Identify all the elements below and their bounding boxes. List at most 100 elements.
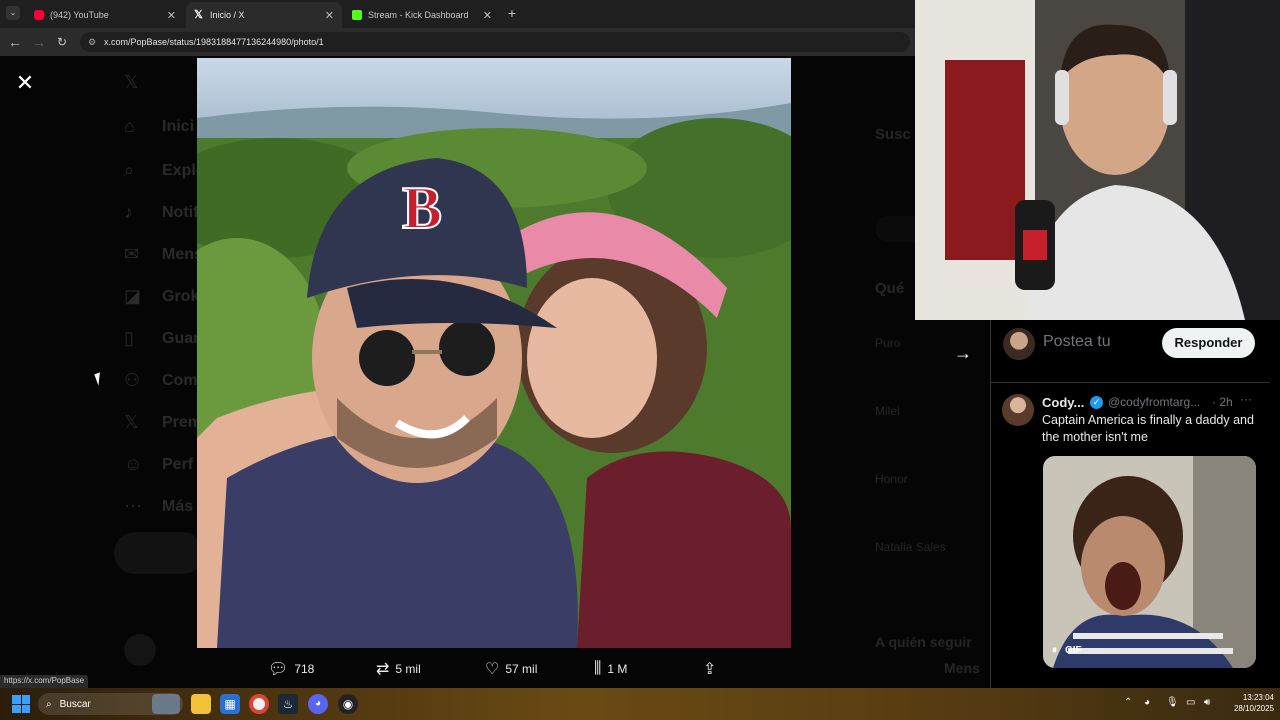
repost-icon: ⇄ (376, 661, 390, 678)
more-icon: ⋯ (124, 496, 142, 516)
tab-x-home[interactable]: 𝕏 Inicio / X ✕ (186, 2, 342, 28)
trends-heading: Qué (875, 280, 905, 297)
like-action[interactable]: ♡ 57 mil (485, 658, 537, 680)
reply-input[interactable]: Postea tu (1043, 333, 1111, 351)
taskbar-widget-icon[interactable] (152, 694, 180, 714)
svg-text:B: B (402, 175, 442, 241)
avatar[interactable] (1003, 328, 1035, 360)
gif-label: GIF (1065, 644, 1082, 656)
url-text: x.com/PopBase/status/1983188477136244980… (104, 37, 324, 47)
volume-icon[interactable]: 🔊︎ (1204, 697, 1210, 708)
microsoft-store-icon[interactable]: ▦ (220, 694, 240, 714)
messages-icon: ✉ (124, 244, 140, 264)
network-icon[interactable]: ▭ (1186, 697, 1195, 708)
sidebar-item-home: Inici (162, 118, 195, 135)
file-explorer-icon[interactable] (191, 694, 211, 714)
sidebar-item-notifications: Notif (162, 204, 199, 221)
reload-icon[interactable]: ↻ (53, 33, 71, 51)
more-options-icon[interactable]: ··· (1240, 392, 1252, 406)
sidebar-item-more: Más (162, 498, 194, 515)
repost-action[interactable]: ⇄ 5 mil (376, 658, 421, 680)
who-to-follow-heading: A quién seguir (875, 634, 972, 650)
views-count: 1 M (607, 662, 628, 676)
tweet-author-handle[interactable]: @codyfromtarg... (1108, 395, 1200, 409)
avatar[interactable] (1002, 394, 1034, 426)
subscribe-heading: Susc (875, 126, 911, 143)
pause-icon[interactable]: ⏸ (1052, 645, 1057, 656)
gif-badge[interactable]: ⏸ GIF (1052, 642, 1082, 658)
tab-title: (942) YouTube (50, 10, 109, 20)
verified-badge-icon: ✓ (1090, 396, 1103, 409)
tweet-timestamp[interactable]: · 2h (1212, 395, 1233, 409)
site-info-icon[interactable]: ⚙ (88, 32, 96, 52)
tweet-photo[interactable]: B (197, 58, 791, 648)
tab-kick-dashboard[interactable]: Stream - Kick Dashboard ✕ (344, 2, 500, 28)
tray-discord-icon[interactable]: ◕ (1144, 697, 1150, 708)
sidebar-item-bookmarks: Guar (162, 330, 200, 347)
search-placeholder: Buscar (59, 698, 91, 710)
microphone-icon[interactable]: 🎙︎ (1166, 697, 1179, 708)
reply-button[interactable]: Responder (1162, 328, 1255, 358)
status-bar-url: https://x.com/PopBase (0, 675, 89, 688)
discord-icon[interactable]: ◕ (308, 694, 328, 714)
avatar (124, 634, 156, 666)
close-tab-icon[interactable]: ✕ (325, 9, 334, 22)
tweet-gif[interactable] (1043, 456, 1256, 668)
reply-action[interactable]: 💬︎ 718 (268, 658, 314, 680)
tray-overflow-icon[interactable]: ⌃ (1124, 697, 1132, 708)
notifications-icon: ♪ (124, 202, 133, 222)
home-icon: ⌂ (124, 116, 135, 136)
tab-title: Inicio / X (210, 10, 245, 20)
share-action[interactable]: ⇪ (703, 658, 722, 680)
trend-item: Honor (875, 472, 908, 486)
forward-icon[interactable]: → (30, 33, 48, 51)
like-count: 57 mil (505, 662, 538, 676)
windows-start-icon[interactable] (12, 695, 30, 713)
taskbar-clock[interactable]: 13:23:04 28/10/2025 (1230, 692, 1274, 714)
divider (990, 382, 1270, 383)
trend-item: Puro (875, 336, 901, 350)
search-icon: ⌕ (46, 698, 52, 710)
clock-time: 13:23:04 (1242, 693, 1274, 702)
views-icon: ⫼ (594, 660, 602, 677)
steam-icon[interactable]: ♨ (278, 694, 298, 714)
views-action[interactable]: ⫼ 1 M (594, 658, 627, 680)
sidebar-item-grok: Grok (162, 288, 200, 305)
new-tab-button[interactable]: + (505, 6, 519, 20)
profile-icon: ☺ (124, 454, 143, 474)
x-logo-icon: 𝕏 (124, 72, 139, 92)
x-logo-icon: 𝕏 (194, 9, 203, 21)
bookmark-icon: ▯ (124, 328, 134, 348)
close-tab-icon[interactable]: ✕ (167, 9, 176, 22)
trend-item: Milei (875, 404, 900, 418)
reply-icon: 💬︎ (268, 661, 289, 678)
address-bar[interactable]: ⚙ x.com/PopBase/status/19831884771362449… (80, 32, 910, 52)
tab-search-button[interactable]: ⌄ (6, 6, 20, 20)
communities-icon: ⚇ (124, 370, 141, 390)
webcam-overlay (915, 0, 1280, 320)
tweet-author-name[interactable]: Cody... (1042, 395, 1084, 410)
youtube-icon (34, 10, 44, 20)
explore-icon: ⌕ (124, 160, 135, 180)
tweet-text: Captain America is finally a daddy and t… (1042, 413, 1254, 444)
grok-icon: ◪ (124, 286, 142, 306)
messages-drawer: Mens (944, 660, 980, 676)
share-icon: ⇪ (703, 661, 717, 678)
tab-title: Stream - Kick Dashboard (368, 10, 469, 20)
chrome-icon[interactable] (249, 694, 269, 714)
kick-icon (352, 10, 362, 20)
back-icon[interactable]: ← (6, 33, 24, 51)
clock-date: 28/10/2025 (1233, 704, 1274, 713)
close-media-viewer-button[interactable]: ✕ (14, 72, 36, 94)
post-button-ghost (114, 532, 204, 574)
heart-icon: ♡ (485, 661, 500, 678)
sidebar-item-profile: Perf (162, 456, 194, 473)
obs-icon[interactable]: ◉ (338, 694, 358, 714)
premium-icon: 𝕏 (124, 412, 139, 432)
close-tab-icon[interactable]: ✕ (483, 9, 492, 22)
next-photo-arrow-icon[interactable]: → (952, 342, 974, 364)
sidebar-item-communities: Com (162, 372, 198, 389)
repost-count: 5 mil (395, 662, 421, 676)
tab-youtube[interactable]: (942) YouTube ✕ (26, 2, 184, 28)
reply-count: 718 (294, 662, 315, 676)
